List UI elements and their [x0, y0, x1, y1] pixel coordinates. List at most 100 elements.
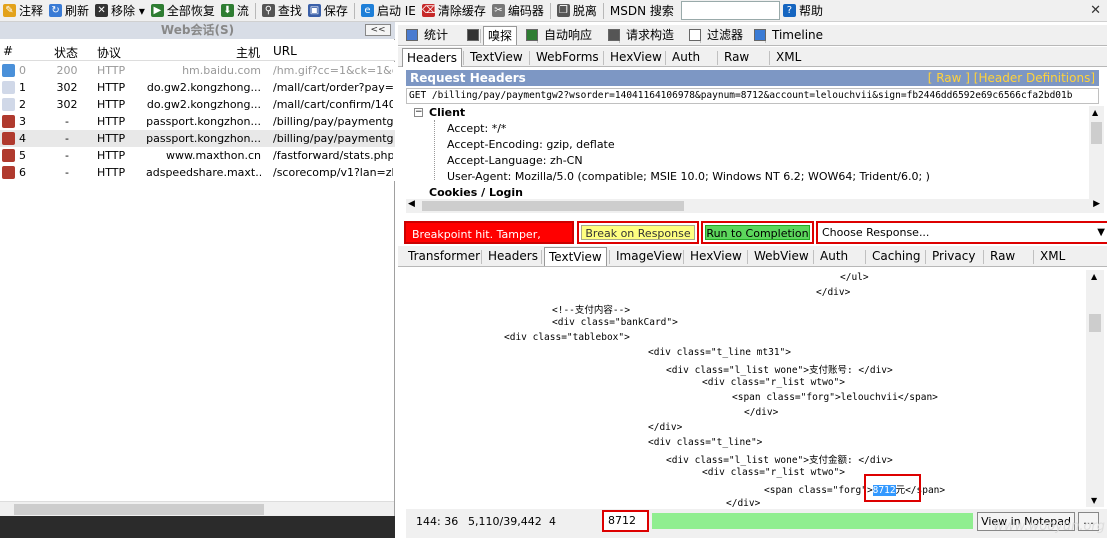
- watermark: www.wooyun.org: [993, 519, 1105, 534]
- session-status: -: [65, 166, 69, 179]
- col-url[interactable]: URL: [273, 44, 297, 58]
- col-num[interactable]: #: [3, 44, 13, 58]
- resume-all-button[interactable]: ▶ 全部恢复: [148, 1, 218, 21]
- req-tab-raw[interactable]: Raw: [720, 48, 753, 66]
- launch-ie-button[interactable]: e 启动 IE: [358, 1, 419, 21]
- choose-response-select[interactable]: Choose Response... ▼: [816, 221, 1107, 244]
- resp-tab-raw[interactable]: Raw: [986, 247, 1019, 265]
- clear-cache-icon: ⌫: [421, 4, 437, 17]
- refresh-label: 刷新: [65, 4, 90, 18]
- resp-tab-headers[interactable]: Headers: [484, 247, 542, 265]
- headers-hscrollbar[interactable]: ◀ ▶: [406, 199, 1104, 213]
- req-tab-textview[interactable]: TextView: [466, 48, 527, 66]
- resp-tab-privacy[interactable]: Privacy: [928, 247, 979, 265]
- save-disk-icon: ▣: [307, 4, 321, 17]
- req-tab-headers[interactable]: Headers: [402, 48, 462, 67]
- resp-tab-textview[interactable]: TextView: [544, 247, 607, 266]
- session-host: passport.kongzhon...: [146, 115, 261, 128]
- refresh-button[interactable]: ↻ 刷新: [46, 1, 92, 21]
- collapse-button[interactable]: <<: [365, 24, 391, 36]
- header-entry[interactable]: Accept: */*: [447, 122, 506, 135]
- save-label: 保存: [323, 4, 348, 18]
- tree-collapse-icon[interactable]: −: [414, 108, 423, 117]
- header-entry[interactable]: Accept-Language: zh-CN: [447, 154, 583, 167]
- msdn-search-button[interactable]: MSDN 搜索: [607, 1, 677, 21]
- session-status: -: [65, 132, 69, 145]
- headers-vscrollbar[interactable]: ▲: [1089, 106, 1104, 199]
- tab-3[interactable]: 请求构造: [622, 26, 678, 44]
- req-tab-xml[interactable]: XML: [772, 48, 805, 66]
- find-match-bar: [652, 513, 973, 529]
- tab-2[interactable]: 自动响应: [540, 26, 596, 44]
- request-line[interactable]: GET /billing/pay/paymentgw2?wsorder=1404…: [406, 88, 1099, 104]
- response-vscrollbar[interactable]: ▲ ▼: [1086, 270, 1104, 507]
- session-row[interactable]: 0 200 HTTP hm.baidu.com/hm.gif?cc=1&ck=1&cl…: [0, 62, 395, 79]
- tab-1[interactable]: 嗅探: [483, 26, 518, 45]
- session-row[interactable]: 2 302 HTTP do.gw2.kongzhong... /mall/cart/co…: [0, 96, 395, 113]
- clear-cache-button[interactable]: ⌫ 清除缓存: [419, 1, 489, 21]
- resp-tab-webview[interactable]: WebView: [750, 247, 813, 265]
- header-links[interactable]: [ Raw ] [Header Definitions]: [928, 70, 1095, 86]
- scroll-down-icon[interactable]: ▼: [1091, 496, 1097, 505]
- tab-0[interactable]: 统计: [420, 26, 452, 44]
- code-line: </div>: [648, 422, 683, 433]
- msdn-search-input[interactable]: [680, 1, 780, 20]
- help-button[interactable]: ? 帮助: [780, 1, 826, 21]
- code-line: <div class="t_line mt31">: [648, 347, 791, 358]
- stats-icon: [406, 29, 418, 41]
- session-host: www.maxthon.cn: [166, 149, 261, 162]
- quickfind-input[interactable]: 8712: [602, 510, 649, 532]
- req-tab-webforms[interactable]: WebForms: [532, 48, 603, 66]
- header-entry[interactable]: User-Agent: Mozilla/5.0 (compatible; MSI…: [447, 170, 930, 183]
- scroll-right-icon[interactable]: ▶: [1093, 199, 1100, 209]
- remove-button[interactable]: ✕ 移除 ▾: [92, 1, 148, 21]
- code-line: <div class="t_line">: [648, 437, 763, 448]
- timeline-icon: [754, 29, 766, 41]
- resp-tab-xml[interactable]: XML: [1036, 247, 1069, 265]
- scroll-thumb[interactable]: [422, 201, 684, 211]
- run-to-completion-button[interactable]: Run to Completion: [701, 221, 814, 244]
- header-entry[interactable]: Accept-Encoding: gzip, deflate: [447, 138, 615, 151]
- close-icon[interactable]: ✕: [1090, 3, 1101, 18]
- encoder-button[interactable]: ✂ 编码器: [489, 1, 547, 21]
- resp-tab-imageview[interactable]: ImageView: [612, 247, 686, 265]
- tearoff-label: 脱离: [572, 4, 597, 18]
- session-protocol: HTTP: [97, 166, 126, 179]
- session-row[interactable]: 4 - HTTP passport.kongzhon... /billing/pay/p…: [0, 130, 395, 147]
- session-row[interactable]: 5 - HTTP www.maxthon.cn/fastforward/stats.p…: [0, 147, 395, 164]
- resp-tab-caching[interactable]: Caching: [868, 247, 925, 265]
- scroll-left-icon[interactable]: ◀: [408, 199, 415, 209]
- resp-tab-transformer[interactable]: Transformer: [404, 247, 484, 265]
- scroll-thumb[interactable]: [1089, 314, 1101, 332]
- resp-tab-auth[interactable]: Auth: [816, 247, 852, 265]
- toolbar-separator: [254, 2, 256, 19]
- session-protocol: HTTP: [97, 132, 126, 145]
- tab-timeline[interactable]: Timeline: [768, 26, 827, 44]
- scroll-thumb[interactable]: [14, 504, 264, 515]
- session-type-icon: [2, 115, 15, 128]
- scroll-thumb[interactable]: [1091, 122, 1102, 144]
- tab-4[interactable]: 过滤器: [703, 26, 747, 44]
- col-host[interactable]: 主机: [236, 44, 260, 61]
- session-row[interactable]: 6 - HTTP adspeedshare.maxt... /scorecomp/v1?…: [0, 164, 395, 181]
- response-text-view[interactable]: </ul> </div> <!--支付内容--> <div class="bankCa…: [406, 270, 1084, 507]
- session-row[interactable]: 1 302 HTTP do.gw2.kongzhong... /mall/cart/or…: [0, 79, 395, 96]
- toolbar: ✎ 注释 ↻ 刷新 ✕ 移除 ▾ ▶ 全部恢复 ⬇ 流 ⚲ 查找 ▣ 保存 e 启动 IE ⌫ 清除缓存 ✂ 编码器 ❐…: [0, 0, 1107, 22]
- find-button[interactable]: ⚲ 查找: [259, 1, 305, 21]
- col-status[interactable]: 状态: [54, 44, 78, 61]
- resp-tab-hexview[interactable]: HexView: [686, 247, 746, 265]
- col-protocol[interactable]: 协议: [97, 44, 121, 61]
- req-tab-hexview[interactable]: HexView: [606, 48, 666, 66]
- scroll-up-icon[interactable]: ▲: [1091, 272, 1097, 281]
- session-status: 302: [56, 81, 78, 94]
- dropdown-arrow-icon[interactable]: ▼: [1097, 223, 1105, 242]
- stream-button[interactable]: ⬇ 流: [218, 1, 252, 21]
- req-tab-auth[interactable]: Auth: [668, 48, 704, 66]
- tearoff-button[interactable]: ❐ 脱离: [554, 1, 600, 21]
- comment-button[interactable]: ✎ 注释: [0, 1, 46, 21]
- sessions-hscrollbar[interactable]: [0, 501, 394, 516]
- save-button[interactable]: ▣ 保存: [305, 1, 351, 21]
- scroll-up-icon[interactable]: ▲: [1092, 108, 1098, 117]
- break-on-response-button[interactable]: Break on Response: [577, 221, 699, 244]
- session-row[interactable]: 3 - HTTP passport.kongzhon... /billing/pay/p…: [0, 113, 395, 130]
